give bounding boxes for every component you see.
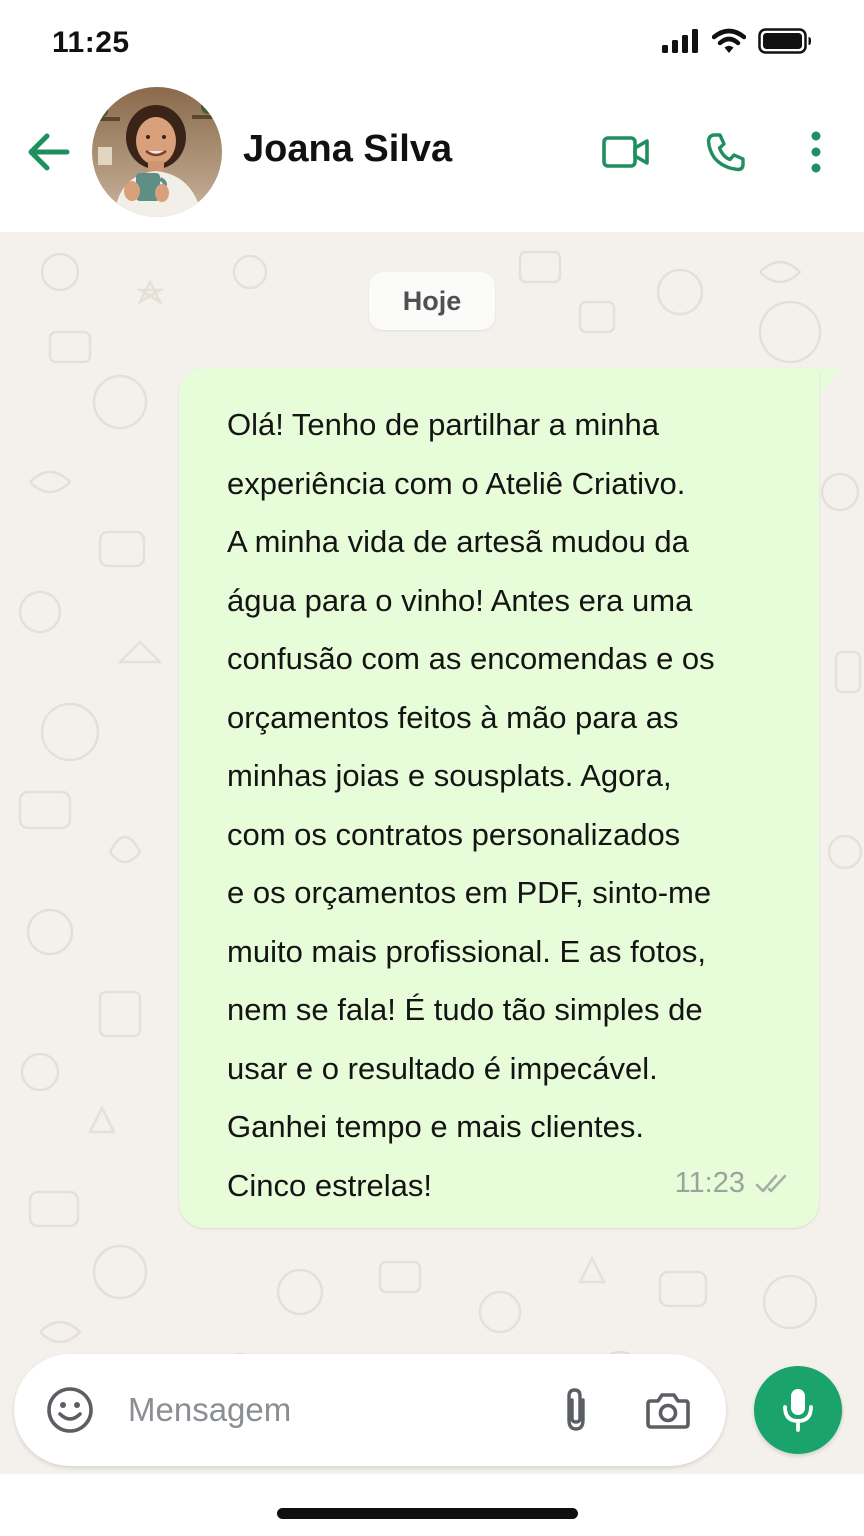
camera-button[interactable] bbox=[640, 1382, 696, 1438]
more-options-button[interactable] bbox=[790, 126, 842, 178]
double-check-icon bbox=[755, 1174, 787, 1192]
status-icons bbox=[662, 28, 812, 54]
chat-header: Joana Silva bbox=[0, 86, 864, 232]
phone-icon bbox=[706, 133, 745, 172]
video-call-icon bbox=[602, 136, 649, 168]
more-vertical-icon bbox=[811, 131, 821, 173]
voice-call-button[interactable] bbox=[700, 126, 752, 178]
message-bubble-outgoing[interactable]: Olá! Tenho de partilhar a minha experiên… bbox=[179, 368, 819, 1228]
wifi-icon bbox=[712, 28, 746, 53]
battery-icon bbox=[758, 28, 811, 54]
date-chip: Hoje bbox=[369, 272, 495, 330]
status-bar: 11:25 bbox=[0, 0, 864, 86]
composer bbox=[14, 1354, 726, 1466]
message-meta: 11:23 bbox=[675, 1167, 793, 1200]
attach-button[interactable] bbox=[552, 1382, 600, 1438]
chat-area[interactable]: Hoje Olá! Tenho de partilhar a minha exp… bbox=[0, 232, 864, 1474]
emoji-icon bbox=[47, 1387, 93, 1433]
contact-name[interactable]: Joana Silva bbox=[243, 128, 452, 171]
microphone-icon bbox=[783, 1389, 813, 1432]
message-input[interactable] bbox=[128, 1384, 538, 1436]
video-call-button[interactable] bbox=[600, 126, 652, 178]
microphone-button[interactable] bbox=[754, 1366, 842, 1454]
arrow-left-icon bbox=[28, 133, 70, 171]
avatar[interactable] bbox=[92, 87, 222, 217]
status-time: 11:25 bbox=[52, 26, 130, 59]
home-indicator bbox=[277, 1508, 578, 1519]
avatar-photo bbox=[92, 87, 222, 217]
back-button[interactable] bbox=[22, 126, 74, 178]
signal-icon bbox=[662, 29, 698, 53]
message-text: Olá! Tenho de partilhar a minha experiên… bbox=[227, 407, 715, 1203]
camera-icon bbox=[646, 1393, 690, 1429]
emoji-button[interactable] bbox=[42, 1382, 98, 1438]
message-time: 11:23 bbox=[674, 1167, 745, 1199]
paperclip-icon bbox=[567, 1388, 585, 1431]
